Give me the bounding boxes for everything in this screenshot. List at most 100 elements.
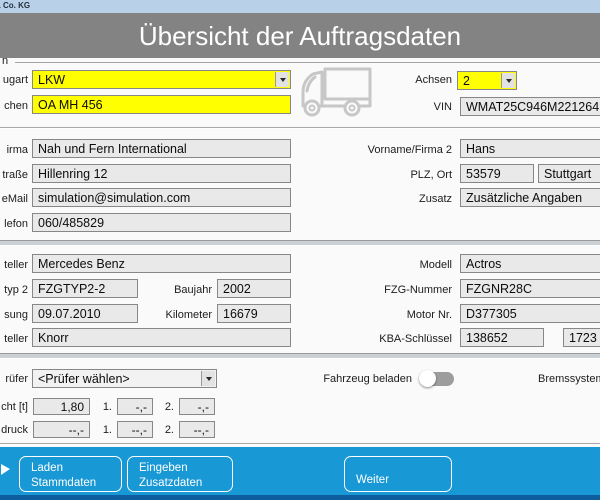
fzg-nummer-input[interactable]: FZGNR28C xyxy=(460,279,600,298)
baujahr-input[interactable]: 2002 xyxy=(217,279,291,298)
druck-achse1-input[interactable]: --,- xyxy=(117,421,153,438)
firma-label: irma xyxy=(0,144,28,156)
pruefer-select[interactable]: <Prüfer wählen> xyxy=(32,369,217,388)
groupbox-line xyxy=(15,62,600,63)
gewicht-achse1-value: -,- xyxy=(136,400,147,414)
typ2-input[interactable]: FZGTYP2-2 xyxy=(32,279,138,298)
email-input[interactable]: simulation@simulation.com xyxy=(32,188,291,207)
motor-nr-input[interactable]: D377305 xyxy=(460,304,600,323)
chevron-down-icon[interactable] xyxy=(275,72,289,87)
vin-value: WMAT25C946M221264 xyxy=(466,100,599,114)
druck-value: --,- xyxy=(69,423,84,437)
fahrzeugart-label: ugart xyxy=(0,74,28,86)
index-1-label: 1. xyxy=(100,424,112,436)
email-value: simulation@simulation.com xyxy=(38,191,190,205)
achsen-select[interactable]: 2 xyxy=(457,71,517,90)
motor-nr-label: Motor Nr. xyxy=(332,309,452,321)
separator xyxy=(0,240,600,246)
pruefer-value: <Prüfer wählen> xyxy=(38,372,130,386)
separator xyxy=(0,443,600,445)
vorname-label: Vorname/Firma 2 xyxy=(332,144,452,156)
ort-value: Stuttgart xyxy=(544,167,591,181)
index-2-label: 2. xyxy=(162,401,174,413)
fahrzeugart-value: LKW xyxy=(38,73,65,87)
vorname-value: Hans xyxy=(466,142,495,156)
ort-input[interactable]: Stuttgart xyxy=(538,164,600,183)
kilometer-input[interactable]: 16679 xyxy=(217,304,291,323)
page-title: Übersicht der Auftragsdaten xyxy=(0,13,600,59)
window-titlebar: & Co. KG xyxy=(0,0,600,14)
bremshersteller-label: teller xyxy=(0,333,28,345)
fahrzeug-beladen-label: Fahrzeug beladen xyxy=(312,373,412,385)
hersteller-value: Mercedes Benz xyxy=(38,257,125,271)
telefon-input[interactable]: 060/485829 xyxy=(32,213,291,232)
druck-achse1-value: --,- xyxy=(132,423,147,437)
typ2-value: FZGTYP2-2 xyxy=(38,282,105,296)
plz-ort-label: PLZ, Ort xyxy=(332,169,452,181)
page-header: Übersicht der Auftragsdaten xyxy=(0,13,600,58)
bremshersteller-input[interactable]: Knorr xyxy=(32,328,291,347)
kba-value-1: 138652 xyxy=(466,331,508,345)
modell-input[interactable]: Actros xyxy=(460,254,600,273)
zusatz-input[interactable]: Zusätzliche Angaben xyxy=(460,188,600,207)
typ2-label: typ 2 xyxy=(0,284,28,296)
baujahr-value: 2002 xyxy=(223,282,251,296)
druck-achse2-input[interactable]: --,- xyxy=(179,421,215,438)
button-line1: Eingeben xyxy=(139,462,188,474)
gewicht-achse2-input[interactable]: -,- xyxy=(179,398,215,415)
plz-input[interactable]: 53579 xyxy=(460,164,534,183)
bremshersteller-value: Knorr xyxy=(38,331,69,345)
window-title: & Co. KG xyxy=(0,1,30,10)
kennzeichen-label: chen xyxy=(0,100,28,112)
firma-input[interactable]: Nah und Fern International xyxy=(32,139,291,158)
strasse-input[interactable]: Hillenring 12 xyxy=(32,164,291,183)
firma-value: Nah und Fern International xyxy=(38,142,187,156)
kba-input-2[interactable]: 1723 xyxy=(563,328,600,347)
truck-icon xyxy=(295,66,373,118)
separator xyxy=(0,127,600,129)
telefon-value: 060/485829 xyxy=(38,216,104,230)
motor-nr-value: D377305 xyxy=(466,307,517,321)
strasse-label: traße xyxy=(0,169,28,181)
vorname-input[interactable]: Hans xyxy=(460,139,600,158)
separator xyxy=(0,353,600,359)
index-2-label: 2. xyxy=(162,424,174,436)
kennzeichen-input[interactable]: OA MH 456 xyxy=(32,95,291,114)
gewicht-label: cht [t] xyxy=(0,401,28,413)
weiter-button[interactable]: Weiter xyxy=(344,456,452,492)
groupbox-label: n xyxy=(2,55,8,67)
zusatz-label: Zusatz xyxy=(332,193,452,205)
toggle-knob-icon xyxy=(419,370,436,387)
gewicht-achse1-input[interactable]: -,- xyxy=(117,398,153,415)
gewicht-value: 1,80 xyxy=(61,400,84,414)
zulassung-label: sung xyxy=(0,309,28,321)
kba-value-2: 1723 xyxy=(569,331,597,345)
zusatz-value: Zusätzliche Angaben xyxy=(466,191,582,205)
email-label: eMail xyxy=(0,193,28,205)
fzg-nummer-label: FZG-Nummer xyxy=(332,284,452,296)
chevron-down-icon[interactable] xyxy=(501,73,515,88)
fahrzeug-beladen-toggle[interactable] xyxy=(421,372,454,386)
fzg-nummer-value: FZGNR28C xyxy=(466,282,532,296)
modell-value: Actros xyxy=(466,257,501,271)
button-line1: Laden xyxy=(31,462,63,474)
chevron-down-icon[interactable] xyxy=(201,371,215,386)
button-line2: Zusatzdaten xyxy=(139,477,202,489)
button-line2: Stammdaten xyxy=(31,477,96,489)
index-1-label: 1. xyxy=(100,401,112,413)
kilometer-label: Kilometer xyxy=(130,309,212,321)
zulassung-input[interactable]: 09.07.2010 xyxy=(32,304,138,323)
eingeben-zusatzdaten-button[interactable]: Eingeben Zusatzdaten xyxy=(127,456,233,492)
laden-stammdaten-button[interactable]: Laden Stammdaten xyxy=(19,456,122,492)
vin-input[interactable]: WMAT25C946M221264 xyxy=(460,97,600,116)
button-label: Weiter xyxy=(356,474,389,486)
strasse-value: Hillenring 12 xyxy=(38,167,107,181)
kba-input-1[interactable]: 138652 xyxy=(460,328,544,347)
druck-input[interactable]: --,- xyxy=(33,421,90,438)
mouse-cursor-icon xyxy=(1,464,10,475)
kilometer-value: 16679 xyxy=(223,307,258,321)
hersteller-input[interactable]: Mercedes Benz xyxy=(32,254,291,273)
fahrzeugart-select[interactable]: LKW xyxy=(32,70,291,89)
gewicht-input[interactable]: 1,80 xyxy=(33,398,90,415)
gewicht-achse2-value: -,- xyxy=(198,400,209,414)
